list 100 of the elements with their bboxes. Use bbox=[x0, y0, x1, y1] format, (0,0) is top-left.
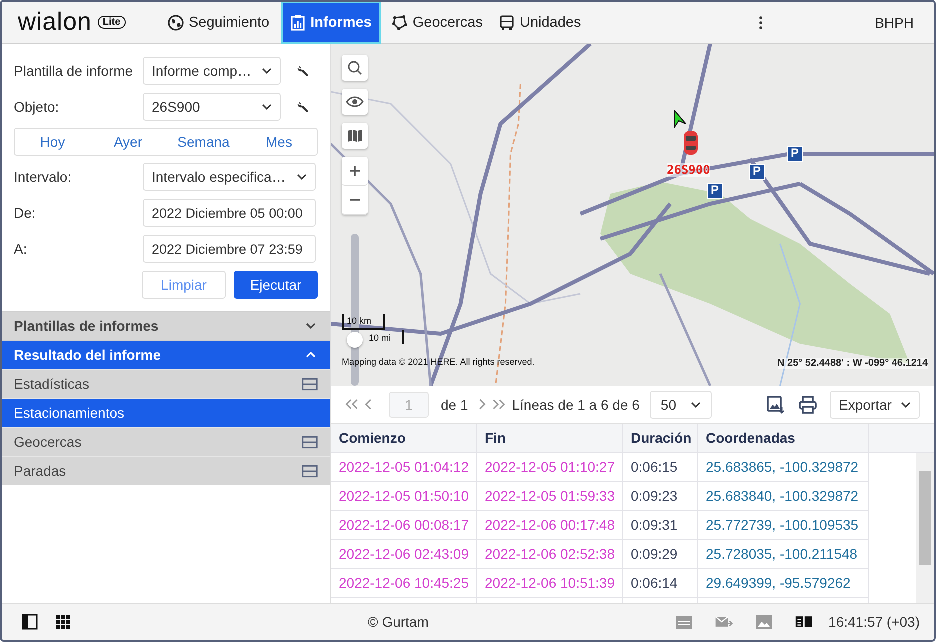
table-cell: 0:09:31 bbox=[622, 510, 698, 540]
field-label: Plantilla de informe bbox=[14, 63, 134, 79]
date-input[interactable]: 2022 Diciembre 05 00:00 bbox=[143, 199, 316, 227]
nav-tab[interactable]: Seguimiento bbox=[160, 2, 278, 43]
apps-grid-icon[interactable] bbox=[55, 614, 71, 630]
execute-button[interactable]: Ejecutar bbox=[234, 271, 318, 299]
map-icon[interactable] bbox=[342, 123, 368, 149]
parking-marker[interactable]: P bbox=[787, 146, 803, 162]
nav-tab[interactable]: Unidades bbox=[490, 2, 590, 43]
result-item[interactable]: Estadísticas bbox=[2, 369, 330, 398]
table-cell: 2022-12-06 02:52:38 bbox=[476, 540, 622, 568]
table-cell: 25.772739, -100.109535 bbox=[698, 510, 868, 540]
page-size-select[interactable]: 50 bbox=[650, 390, 712, 418]
table-cell: 2022-12-05 01:59:33 bbox=[476, 482, 622, 510]
wrench-icon[interactable] bbox=[297, 64, 311, 78]
export-button[interactable]: Exportar bbox=[830, 390, 920, 418]
select-field[interactable]: Informe comp… bbox=[143, 57, 281, 85]
direction-arrow-icon bbox=[673, 110, 687, 128]
result-item[interactable]: Paradas bbox=[2, 456, 330, 485]
field-label: Intervalo: bbox=[14, 169, 73, 185]
zoom-out-button[interactable] bbox=[342, 186, 368, 215]
zoom-in-button[interactable] bbox=[342, 157, 368, 186]
image-icon[interactable] bbox=[754, 614, 773, 630]
chevron-down-icon bbox=[262, 104, 272, 110]
table-cell: 2022-12-06 10:45:25 bbox=[331, 568, 476, 598]
section-header[interactable]: Plantillas de informes bbox=[2, 311, 330, 340]
car-icon[interactable] bbox=[683, 130, 699, 156]
date-input[interactable]: 2022 Diciembre 07 23:59 bbox=[143, 235, 316, 263]
range-option[interactable]: Mes bbox=[242, 129, 317, 155]
table-cell: 2022-12-06 02:43:09 bbox=[331, 540, 476, 568]
result-item[interactable]: Estacionamientos bbox=[2, 398, 330, 427]
chevron-down-icon bbox=[262, 68, 272, 74]
table-icon[interactable] bbox=[302, 464, 318, 478]
scale-bar: 10 km 10 mi bbox=[342, 314, 404, 354]
layout-icon[interactable] bbox=[794, 614, 813, 630]
chevron-down-icon bbox=[297, 174, 307, 180]
user-name[interactable]: BHPH bbox=[875, 14, 914, 30]
nav-tab[interactable]: Informes bbox=[282, 2, 380, 43]
cursor-coordinates: N 25° 52.4488' : W -099° 46.1214 bbox=[778, 358, 928, 369]
table-cell: 0:09:29 bbox=[622, 540, 698, 568]
select-field[interactable]: Intervalo especifica… bbox=[143, 163, 316, 191]
panel-toggle-icon[interactable] bbox=[22, 614, 38, 630]
first-page-icon[interactable] bbox=[345, 399, 359, 410]
report-icon bbox=[290, 14, 306, 30]
result-item[interactable]: Geocercas bbox=[2, 427, 330, 456]
mail-icon[interactable] bbox=[714, 614, 733, 630]
chevron-icon bbox=[306, 352, 316, 358]
eye-icon[interactable] bbox=[342, 89, 368, 115]
print-icon[interactable] bbox=[798, 394, 818, 414]
table-cell: 29.649399, -95.579262 bbox=[698, 568, 868, 598]
table-icon[interactable] bbox=[302, 378, 318, 390]
range-option[interactable]: Ayer bbox=[90, 129, 166, 155]
clock-time: 16:41:57 (+03) bbox=[828, 614, 920, 630]
row-range: Líneas de 1 a 6 de 6 bbox=[512, 396, 640, 412]
field-label: A: bbox=[14, 241, 28, 257]
column-header[interactable]: Comienzo bbox=[331, 424, 476, 452]
column-header[interactable]: Fin bbox=[476, 424, 622, 452]
table-cell: 2022-12-05 01:50:10 bbox=[331, 482, 476, 510]
next-page-icon[interactable] bbox=[478, 399, 486, 410]
parking-marker[interactable]: P bbox=[707, 183, 723, 199]
range-option[interactable]: Hoy bbox=[15, 129, 90, 155]
select-field[interactable]: 26S900 bbox=[143, 93, 281, 121]
table-cell: 2022-12-05 01:04:12 bbox=[331, 452, 476, 482]
scrollbar[interactable] bbox=[916, 453, 934, 603]
table-icon[interactable] bbox=[302, 436, 318, 448]
edition-badge: Lite bbox=[98, 16, 126, 29]
page-count: de 1 bbox=[441, 396, 468, 412]
range-option[interactable]: Semana bbox=[166, 129, 242, 155]
previous-page-icon[interactable] bbox=[365, 399, 373, 410]
map-attribution: Mapping data © 2021 HERE. All rights reserved. bbox=[342, 357, 535, 367]
table-cell: 25.683865, -100.329872 bbox=[698, 452, 868, 482]
table-cell: 0:09:23 bbox=[622, 482, 698, 510]
table-cell: 2022-12-06 00:17:48 bbox=[476, 510, 622, 540]
table-cell: 25.683840, -100.329872 bbox=[698, 482, 868, 510]
parking-marker[interactable]: P bbox=[749, 164, 765, 180]
globe-icon bbox=[168, 14, 184, 30]
column-header[interactable]: Coordenadas bbox=[698, 424, 868, 452]
bus-icon bbox=[498, 14, 515, 30]
table-cell: 2022-12-06 00:08:17 bbox=[331, 510, 476, 540]
table-cell: 25.728035, -100.211548 bbox=[698, 540, 868, 568]
section-header[interactable]: Resultado del informe bbox=[2, 340, 330, 369]
field-label: Objeto: bbox=[14, 99, 60, 115]
table-cell: 0:06:14 bbox=[622, 568, 698, 598]
plus-icon bbox=[349, 165, 361, 177]
chevron-down-icon bbox=[690, 402, 701, 408]
column-header[interactable]: Duración bbox=[622, 424, 698, 452]
notification-icon[interactable] bbox=[674, 614, 693, 630]
last-page-icon[interactable] bbox=[492, 399, 506, 410]
chevron-icon bbox=[306, 323, 316, 329]
search-icon[interactable] bbox=[342, 55, 368, 81]
more-menu-icon[interactable] bbox=[759, 16, 764, 30]
image-download-icon[interactable] bbox=[766, 394, 786, 414]
logo: wialon bbox=[18, 10, 92, 35]
wrench-icon[interactable] bbox=[297, 100, 311, 114]
unit-label: 26S900 bbox=[667, 163, 710, 177]
table-cell: 2022-12-05 01:10:27 bbox=[476, 452, 622, 482]
nav-tab[interactable]: Geocercas bbox=[384, 2, 491, 43]
polygon-icon bbox=[392, 14, 408, 30]
chevron-down-icon bbox=[901, 402, 911, 408]
table-cell: 2022-12-06 10:51:39 bbox=[476, 568, 622, 598]
